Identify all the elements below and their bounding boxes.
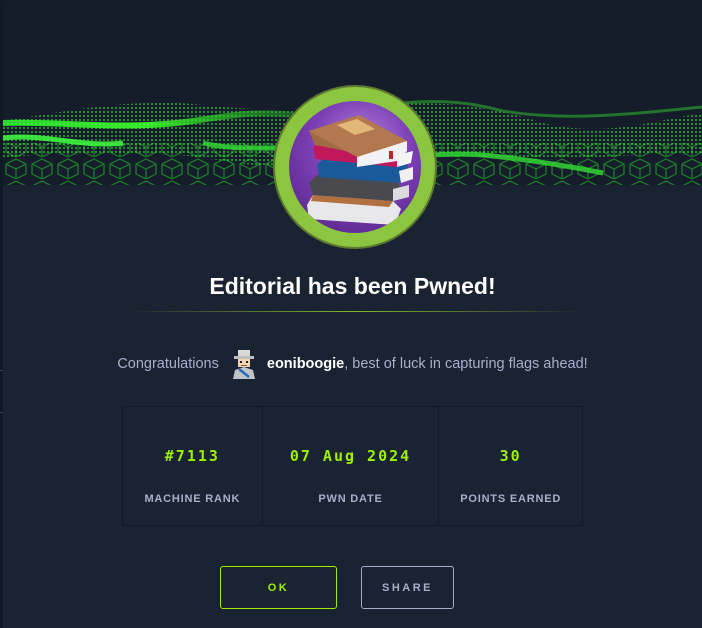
stat-machine-rank: #7113 MACHINE RANK: [123, 407, 263, 525]
ok-button[interactable]: OK: [220, 566, 337, 609]
stat-label: PWN DATE: [318, 493, 383, 505]
book-stack-icon: [307, 115, 413, 225]
pwned-dialog: Editorial has been Pwned! Congratulation…: [3, 3, 702, 628]
stats-grid: #7113 MACHINE RANK 07 Aug 2024 PWN DATE …: [122, 406, 583, 526]
user-avatar: [232, 350, 255, 379]
dialog-title: Editorial has been Pwned!: [209, 273, 496, 299]
machine-badge: [275, 87, 435, 247]
congrats-prefix: Congratulations: [117, 356, 219, 372]
title-divider: [128, 311, 582, 312]
username[interactable]: eoniboogie: [267, 356, 344, 372]
stat-value: 30: [499, 447, 522, 465]
stat-label: MACHINE RANK: [144, 493, 241, 505]
badge-inner-circle: [289, 101, 421, 233]
stat-value: 07 Aug 2024: [289, 447, 412, 465]
stat-label: POINTS EARNED: [460, 493, 562, 505]
congrats-message: Congratulations eoniboogie , best of luc…: [3, 349, 702, 379]
stat-pwn-date: 07 Aug 2024 PWN DATE: [263, 407, 440, 525]
stat-points-earned: 30 POINTS EARNED: [439, 407, 582, 525]
share-button[interactable]: SHARE: [361, 566, 454, 609]
stat-value: #7113: [164, 447, 220, 465]
congrats-suffix: , best of luck in capturing flags ahead!: [344, 356, 588, 372]
